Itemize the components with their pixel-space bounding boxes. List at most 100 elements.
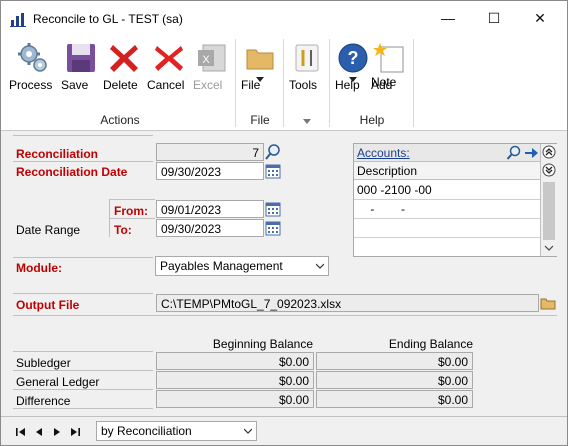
next-record-icon[interactable]: [51, 426, 63, 438]
arrow-right-icon[interactable]: [523, 145, 539, 161]
previous-record-icon[interactable]: [33, 426, 45, 438]
app-chart-icon: [10, 13, 26, 27]
group-separator: [413, 39, 414, 127]
save-label: Save: [61, 78, 89, 92]
help-menu-button[interactable]: ? Help: [335, 41, 371, 103]
reconciliation-field[interactable]: 7: [156, 143, 264, 161]
excel-icon: X: [198, 44, 226, 72]
divider: [13, 351, 153, 352]
group-separator: [235, 39, 236, 127]
from-date-field[interactable]: 09/01/2023: [156, 200, 264, 218]
output-file-label: Output File: [16, 298, 80, 312]
folder-icon: [246, 49, 274, 70]
lookup-magnifier-icon[interactable]: [506, 145, 522, 161]
first-record-icon[interactable]: [15, 426, 27, 438]
process-button[interactable]: Process: [9, 41, 57, 103]
divider: [13, 135, 153, 136]
module-label: Module:: [16, 261, 62, 275]
svg-text:X: X: [202, 54, 210, 66]
file-label: File: [241, 78, 261, 92]
date-range-label: Date Range: [16, 223, 81, 237]
delete-x-icon: [110, 45, 138, 72]
accounts-header: Accounts:: [354, 144, 540, 162]
maximize-button[interactable]: ☐: [471, 1, 517, 35]
divider: [13, 315, 557, 316]
general-ledger-label: General Ledger: [16, 375, 100, 389]
tools-group-caret-icon[interactable]: [303, 119, 311, 124]
scrollbar-thumb[interactable]: [543, 182, 555, 240]
lookup-magnifier-icon[interactable]: [264, 143, 282, 161]
browse-folder-icon[interactable]: [539, 294, 557, 312]
excel-label: Excel: [193, 78, 223, 92]
form-body: Reconciliation 7 Reconciliation Date 09/…: [1, 131, 567, 416]
floppy-disk-icon: [67, 44, 95, 72]
divider: [13, 408, 153, 409]
ending-balance-header: Ending Balance: [388, 337, 473, 351]
help-label: Help: [335, 78, 360, 92]
record-navigation-bar: by Reconciliation: [1, 416, 567, 445]
excel-button[interactable]: X Excel: [193, 41, 231, 103]
cancel-x-icon: [155, 46, 183, 71]
account-row[interactable]: [354, 238, 540, 257]
close-button[interactable]: ✕: [517, 1, 563, 35]
calendar-icon[interactable]: [264, 219, 282, 237]
save-button[interactable]: Save: [61, 41, 101, 103]
reconcile-window: Reconcile to GL - TEST (sa) — ☐ ✕ Proces…: [0, 0, 568, 446]
gears-icon: [18, 43, 47, 72]
svg-text:?: ?: [348, 48, 359, 68]
group-separator: [329, 39, 330, 127]
chevron-down-icon: [316, 263, 324, 269]
difference-beginning-balance: $0.00: [156, 390, 314, 408]
expand-down-icon[interactable]: [542, 163, 556, 177]
cancel-label: Cancel: [147, 78, 185, 92]
accounts-grid: Accounts: Description 000 -2100 -00 - -: [353, 143, 557, 257]
collapse-up-icon[interactable]: [542, 145, 556, 159]
general-ledger-beginning-balance: $0.00: [156, 371, 314, 389]
subledger-label: Subledger: [16, 356, 71, 370]
general-ledger-ending-balance: $0.00: [316, 371, 473, 389]
note-star-icon: [373, 43, 404, 73]
actions-group-label: Actions: [100, 113, 140, 127]
divider: [109, 199, 155, 200]
tools-label: Tools: [289, 78, 318, 92]
accounts-scrollbar[interactable]: [540, 144, 557, 256]
to-date-field[interactable]: 09/30/2023: [156, 219, 264, 237]
difference-ending-balance: $0.00: [316, 390, 473, 408]
divider: [13, 293, 153, 294]
from-label: From:: [114, 204, 148, 218]
to-label: To:: [114, 223, 132, 237]
reconciliation-date-field[interactable]: 09/30/2023: [156, 162, 264, 180]
module-selected-value: Payables Management: [160, 259, 283, 273]
sort-by-selected-value: by Reconciliation: [101, 424, 192, 438]
scroll-down-arrow-icon[interactable]: [544, 243, 554, 253]
account-row[interactable]: [354, 219, 540, 238]
file-group-label: File: [250, 113, 270, 127]
delete-label: Delete: [103, 78, 138, 92]
help-question-icon: ?: [338, 43, 368, 73]
help-group-label: Help: [359, 113, 385, 127]
add-note-label-line2: Note: [371, 75, 397, 89]
minimize-button[interactable]: —: [425, 1, 471, 35]
file-menu-button[interactable]: File: [241, 41, 279, 103]
account-row[interactable]: 000 -2100 -00: [354, 181, 540, 200]
tools-menu-button[interactable]: Tools: [289, 41, 325, 103]
calendar-icon[interactable]: [264, 200, 282, 218]
window-title: Reconcile to GL - TEST (sa): [33, 12, 183, 26]
accounts-link[interactable]: Accounts:: [357, 146, 410, 160]
calendar-icon[interactable]: [264, 162, 282, 180]
last-record-icon[interactable]: [69, 426, 81, 438]
module-dropdown[interactable]: Payables Management: [155, 256, 329, 276]
sort-by-dropdown[interactable]: by Reconciliation: [96, 421, 257, 441]
subledger-beginning-balance: $0.00: [156, 352, 314, 370]
delete-button[interactable]: Delete: [103, 41, 145, 103]
ribbon-toolbar: Process Save Delete Cancel X Excel Actio…: [1, 35, 567, 131]
group-separator: [283, 39, 284, 127]
tools-icon: [295, 44, 319, 72]
account-row[interactable]: - -: [354, 200, 540, 219]
cancel-button[interactable]: Cancel: [147, 41, 191, 103]
beginning-balance-header: Beginning Balance: [212, 337, 313, 351]
subledger-ending-balance: $0.00: [316, 352, 473, 370]
divider: [109, 218, 155, 219]
add-note-button[interactable]: Add Note: [371, 41, 409, 103]
output-file-field[interactable]: C:\TEMP\PMtoGL_7_092023.xlsx: [156, 294, 539, 312]
